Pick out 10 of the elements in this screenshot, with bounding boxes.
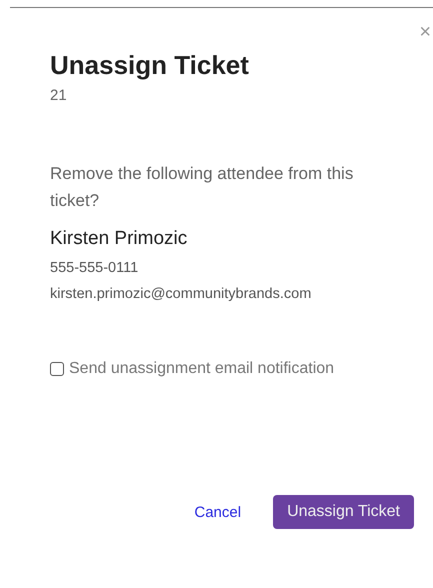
unassign-button[interactable]: Unassign Ticket — [273, 495, 414, 529]
confirmation-message: Remove the following attendee from this ticket? — [50, 163, 354, 212]
ticket-number: 21 — [50, 87, 68, 104]
dialog-title: Unassign Ticket — [50, 50, 250, 81]
cancel-link[interactable]: Cancel — [194, 504, 242, 520]
checkbox-label[interactable]: Send unassignment email notification — [69, 360, 334, 378]
attendee-email: kirsten.primozic@communitybrands.com — [50, 286, 312, 302]
attendee-phone: 555-555-0111 — [50, 260, 140, 276]
attendee-name: Kirsten Primozic — [50, 228, 188, 250]
checkbox[interactable] — [50, 362, 64, 376]
